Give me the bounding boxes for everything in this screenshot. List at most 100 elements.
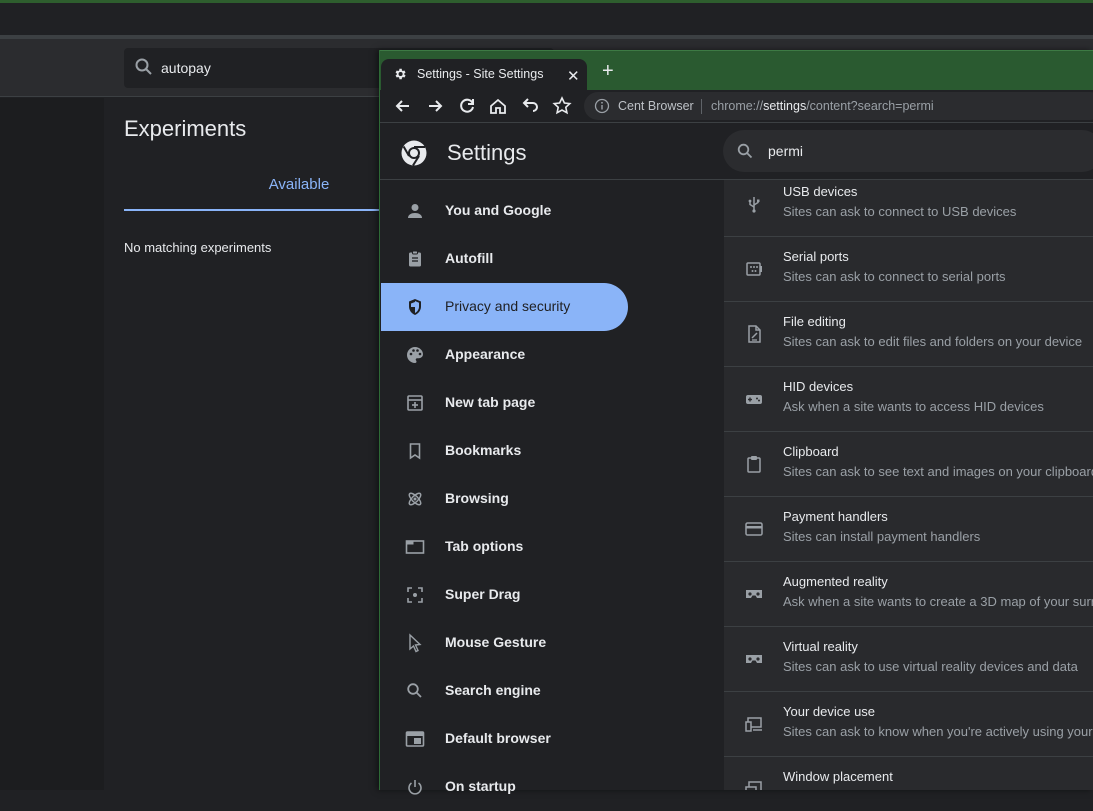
permission-title: HID devices — [783, 379, 854, 394]
permission-title: File editing — [783, 314, 846, 329]
forward-button[interactable] — [424, 95, 446, 117]
cursor-icon — [405, 633, 425, 653]
search-icon — [405, 681, 425, 701]
permissions-list: USB devices Sites can ask to connect to … — [724, 180, 1093, 790]
arrow-left-icon — [395, 100, 409, 112]
navigation-toolbar: Cent Browser chrome://settings/content?s… — [380, 90, 1093, 122]
permission-row-payment-handlers[interactable]: Payment handlers Sites can install payme… — [724, 497, 1093, 562]
tab-title: Settings - Site Settings — [417, 67, 544, 81]
permission-title: Clipboard — [783, 444, 839, 459]
reload-icon — [460, 98, 474, 113]
sidebar-item-mouse-gesture[interactable]: Mouse Gesture — [381, 619, 628, 667]
permission-row-virtual-reality[interactable]: Virtual reality Sites can ask to use vir… — [724, 627, 1093, 692]
permission-row-augmented-reality[interactable]: Augmented reality Ask when a site wants … — [724, 562, 1093, 627]
arrow-right-icon — [429, 100, 443, 112]
usb-icon — [744, 194, 764, 214]
home-button[interactable] — [487, 95, 509, 117]
chrome-logo-icon — [400, 139, 428, 172]
permission-row-your-device-use[interactable]: Your device use Sites can ask to know wh… — [724, 692, 1093, 757]
shield-icon — [405, 297, 425, 317]
vr-headset-icon — [744, 584, 764, 604]
tab-icon — [405, 537, 425, 557]
settings-header: Settings permi — [380, 122, 1093, 180]
tab-settings[interactable]: Settings - Site Settings ✕ — [381, 59, 587, 91]
sidebar-item-label: Autofill — [445, 250, 494, 266]
browser-icon — [405, 729, 425, 749]
settings-search-input[interactable]: permi — [723, 130, 1093, 172]
permission-row-hid-devices[interactable]: HID devices Ask when a site wants to acc… — [724, 367, 1093, 432]
info-icon[interactable] — [594, 98, 610, 119]
sidebar-item-bookmarks[interactable]: Bookmarks — [381, 427, 628, 475]
back-button[interactable] — [392, 95, 414, 117]
sidebar-item-default-browser[interactable]: Default browser — [381, 715, 628, 763]
tab-strip: Settings - Site Settings ✕ + — [380, 50, 1093, 91]
close-tab-button[interactable]: ✕ — [567, 67, 580, 85]
address-bar[interactable]: Cent Browser chrome://settings/content?s… — [584, 92, 1093, 120]
sidebar-item-autofill[interactable]: Autofill — [381, 235, 628, 283]
url-host: settings — [763, 99, 807, 113]
permission-title: Serial ports — [783, 249, 849, 264]
permission-title: Window placement — [783, 769, 893, 784]
sidebar-item-label: Mouse Gesture — [445, 634, 547, 650]
sidebar-item-label: You and Google — [445, 202, 552, 218]
sidebar-item-you-and-google[interactable]: You and Google — [381, 187, 628, 235]
sidebar-item-label: Super Drag — [445, 586, 521, 602]
sidebar-item-browsing[interactable]: Browsing — [381, 475, 628, 523]
permission-subtitle: Sites can ask to connect to serial ports — [783, 269, 1006, 284]
sidebar-item-on-startup[interactable]: On startup — [381, 763, 628, 811]
permission-title: Virtual reality — [783, 639, 858, 654]
sidebar-item-search-engine[interactable]: Search engine — [381, 667, 628, 715]
permission-row-serial-ports[interactable]: Serial ports Sites can ask to connect to… — [724, 237, 1093, 302]
permission-subtitle: Ask when a site wants to create a 3D map… — [783, 594, 1093, 609]
empty-message: No matching experiments — [124, 240, 272, 255]
undo-icon — [522, 98, 538, 112]
permission-row-clipboard[interactable]: Clipboard Sites can ask to see text and … — [724, 432, 1093, 497]
clipboard-icon — [744, 454, 764, 474]
gamepad-icon — [744, 389, 764, 409]
sidebar-item-label: Tab options — [445, 538, 524, 554]
permission-row-window-placement[interactable]: Window placement — [724, 757, 1093, 790]
file-edit-icon — [744, 324, 764, 344]
palette-icon — [405, 345, 425, 365]
reload-button[interactable] — [456, 95, 478, 117]
url-text: chrome://settings/content?search=permi — [711, 99, 934, 113]
sidebar-item-privacy-and-security[interactable]: Privacy and security — [381, 283, 628, 331]
permission-subtitle: Sites can install payment handlers — [783, 529, 981, 544]
drag-icon — [405, 585, 425, 605]
background-side-panel — [0, 98, 104, 790]
new-tab-button[interactable]: + — [602, 61, 614, 81]
sidebar-item-label: New tab page — [445, 394, 536, 410]
sidebar-item-appearance[interactable]: Appearance — [381, 331, 628, 379]
sidebar-item-tab-options[interactable]: Tab options — [381, 523, 628, 571]
permission-title: Augmented reality — [783, 574, 888, 589]
sidebar-item-new-tab-page[interactable]: New tab page — [381, 379, 628, 427]
atom-icon — [405, 489, 425, 509]
sidebar-item-label: Default browser — [445, 730, 551, 746]
settings-title: Settings — [447, 140, 527, 165]
permission-title: Your device use — [783, 704, 876, 719]
vr-headset-icon — [744, 649, 764, 669]
star-icon — [552, 96, 572, 115]
window-icon — [744, 779, 764, 790]
permission-subtitle: Sites can ask to know when you're active… — [783, 724, 1093, 739]
sidebar-item-label: Search engine — [445, 682, 541, 698]
sidebar-item-label: Privacy and security — [445, 298, 571, 314]
experiments-search-value: autopay — [161, 60, 211, 76]
sidebar-item-label: Bookmarks — [445, 442, 522, 458]
sidebar-item-label: Browsing — [445, 490, 509, 506]
background-titlebar — [0, 3, 1093, 35]
undo-close-tab-button[interactable] — [519, 95, 541, 117]
tab-available-label: Available — [268, 176, 330, 193]
address-divider — [701, 99, 702, 114]
permission-row-file-editing[interactable]: File editing Sites can ask to edit files… — [724, 302, 1093, 367]
devices-icon — [744, 714, 764, 734]
credit-card-icon — [744, 519, 764, 539]
bookmark-star-button[interactable] — [551, 95, 573, 117]
new-tab-icon — [405, 393, 425, 413]
tab-available[interactable]: Available — [124, 164, 384, 210]
site-label: Cent Browser — [618, 99, 694, 113]
permission-row-usb-devices[interactable]: USB devices Sites can ask to connect to … — [724, 180, 1093, 237]
home-icon — [490, 98, 506, 114]
sidebar-item-super-drag[interactable]: Super Drag — [381, 571, 628, 619]
power-icon — [405, 777, 425, 797]
